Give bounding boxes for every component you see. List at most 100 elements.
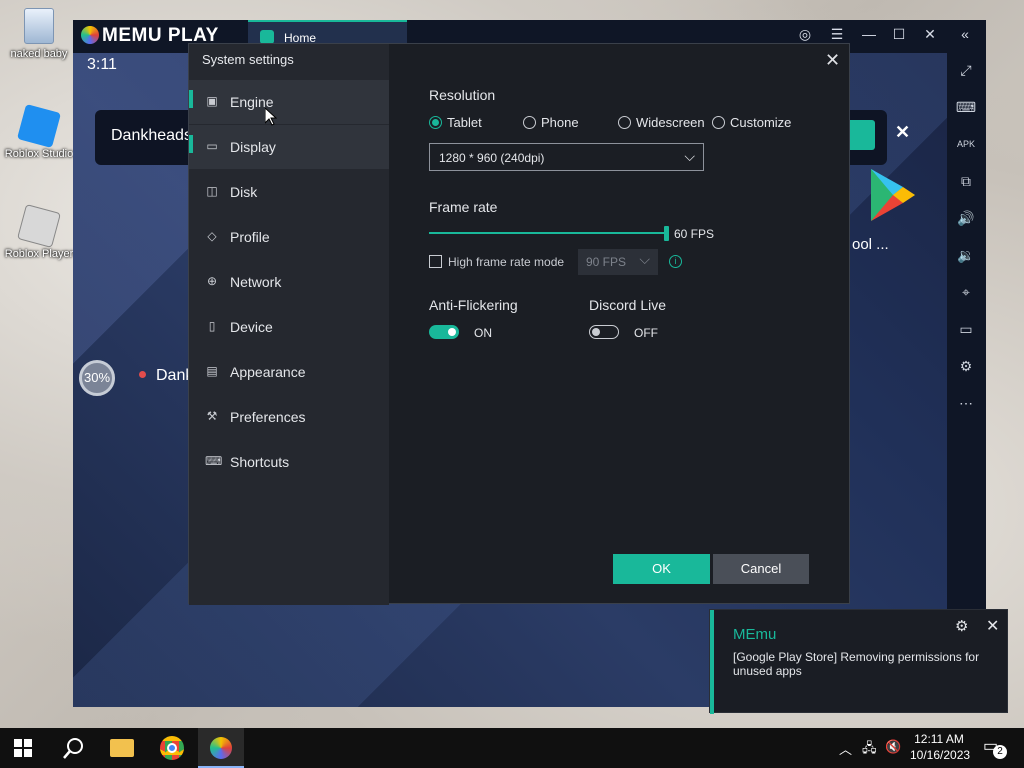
- clock-time: 12:11 AM: [914, 732, 964, 746]
- settings-sidebar: System settings ▣ Engine ▭ Display ◫ Disk ◇…: [189, 44, 389, 605]
- chrome-icon[interactable]: [160, 736, 184, 760]
- multi-instance-icon[interactable]: ⧉: [955, 170, 977, 192]
- clock-date: 10/16/2023: [910, 748, 971, 762]
- red-dot-icon: [139, 371, 146, 378]
- roblox-studio-icon: [16, 103, 62, 149]
- notification-toast[interactable]: MEmu [Google Play Store] Removing permis…: [709, 609, 1008, 714]
- system-settings-dialog: System settings ▣ Engine ▭ Display ◫ Disk ◇…: [188, 43, 850, 605]
- chrome-center: [167, 743, 177, 753]
- windows-start-icon[interactable]: [14, 739, 32, 757]
- sidebar-item-device[interactable]: ▯ Device: [189, 305, 389, 349]
- notification-count-badge: 2: [993, 745, 1007, 759]
- volume-muted-icon[interactable]: 🔇: [885, 739, 901, 755]
- wrench-icon: ⚒: [206, 409, 218, 423]
- cancel-button[interactable]: Cancel: [713, 554, 809, 584]
- file-explorer-icon[interactable]: [110, 739, 134, 757]
- memu-taskbar-button[interactable]: [198, 728, 244, 768]
- sidebar-item-preferences[interactable]: ⚒ Preferences: [189, 395, 389, 439]
- menu-icon[interactable]: ☰: [827, 26, 847, 43]
- gear-icon[interactable]: ⚙: [955, 617, 968, 635]
- memu-logo-icon: [81, 26, 99, 44]
- close-icon[interactable]: ✕: [986, 616, 999, 636]
- disk-icon: ◫: [206, 184, 218, 198]
- anti-flickering-label: Anti-Flickering: [429, 297, 518, 313]
- home-tab-icon: [260, 30, 274, 44]
- desktop-icon-roblox-player[interactable]: Roblox Player: [2, 203, 76, 260]
- desktop-icon-recycle-bin[interactable]: naked baby: [2, 8, 76, 60]
- account-icon[interactable]: ◎: [795, 26, 815, 43]
- sidebar-item-network[interactable]: ⊕ Network: [189, 260, 389, 304]
- fullscreen-icon[interactable]: ⤢: [955, 59, 977, 81]
- desktop-icon-label: Roblox Studio: [4, 148, 74, 160]
- dialog-title: System settings: [202, 52, 294, 67]
- recent-app-label: Dank: [139, 367, 193, 385]
- android-status-time: 3:11: [87, 56, 117, 73]
- discord-live-toggle[interactable]: [589, 325, 619, 339]
- toast-message: [Google Play Store] Removing permissions…: [733, 650, 980, 678]
- radio-phone[interactable]: Phone: [523, 115, 579, 130]
- discord-live-state: OFF: [634, 326, 658, 340]
- play-store-icon[interactable]: [863, 165, 923, 225]
- settings-gear-icon[interactable]: ⚙: [955, 355, 977, 377]
- search-close-icon[interactable]: ✕: [895, 122, 910, 143]
- sidebar-item-display[interactable]: ▭ Display: [189, 125, 389, 169]
- discord-live-label: Discord Live: [589, 297, 667, 313]
- high-frame-rate-select: 90 FPS ⌵: [578, 249, 658, 275]
- dialog-close-icon[interactable]: ✕: [825, 50, 840, 71]
- folder-icon[interactable]: ▭: [955, 318, 977, 340]
- resolution-select[interactable]: 1280 * 960 (240dpi) ⌵: [429, 143, 704, 171]
- windows-taskbar: ︿ 🖧 🔇 12:11 AM 10/16/2023 ▭ 2: [0, 728, 1024, 768]
- close-icon[interactable]: ✕: [920, 26, 940, 43]
- memu-taskbar-icon: [210, 737, 232, 759]
- window-icon: ▤: [206, 364, 218, 378]
- action-center-icon[interactable]: ▭ 2: [983, 736, 1007, 759]
- app-label: ool ...: [852, 236, 889, 253]
- show-hidden-icons-chevron-icon[interactable]: ︿: [839, 739, 852, 758]
- anti-flickering-toggle[interactable]: [429, 325, 459, 339]
- resolution-label: Resolution: [429, 87, 496, 103]
- network-icon[interactable]: 🖧: [862, 739, 877, 761]
- anti-flickering-state: ON: [474, 326, 492, 340]
- desktop-icon-label: naked baby: [10, 48, 68, 60]
- high-frame-rate-label: High frame rate mode: [448, 255, 565, 269]
- monitor-icon: ▭: [206, 139, 218, 153]
- frame-rate-slider-track[interactable]: [429, 232, 667, 234]
- taskbar-clock[interactable]: 12:11 AM 10/16/2023: [910, 731, 971, 763]
- sidebar-item-appearance[interactable]: ▤ Appearance: [189, 350, 389, 394]
- ok-button[interactable]: OK: [613, 554, 710, 584]
- maximize-icon[interactable]: ☐: [889, 26, 909, 43]
- chevron-down-icon: ⌵: [684, 148, 695, 164]
- radio-tablet[interactable]: Tablet: [429, 115, 482, 130]
- toast-title: MEmu: [733, 626, 777, 643]
- sidebar-item-engine[interactable]: ▣ Engine: [189, 80, 389, 124]
- chip-icon: ▣: [206, 94, 218, 108]
- radio-widescreen[interactable]: Widescreen: [618, 115, 705, 130]
- volume-up-icon[interactable]: 🔊: [955, 207, 977, 229]
- collapse-sidebar-icon[interactable]: «: [955, 26, 975, 42]
- sidebar-item-shortcuts[interactable]: ⌨ Shortcuts: [189, 440, 389, 484]
- frame-rate-label: Frame rate: [429, 199, 498, 215]
- sidebar-item-disk[interactable]: ◫ Disk: [189, 170, 389, 214]
- frame-rate-value: 60 FPS: [674, 227, 715, 241]
- desktop-icon-roblox-studio[interactable]: Roblox Studio: [2, 103, 76, 160]
- chevron-down-icon: ⌵: [639, 251, 650, 267]
- globe-icon: ⊕: [206, 274, 218, 288]
- radio-customize[interactable]: Customize: [712, 115, 791, 130]
- high-frame-rate-checkbox[interactable]: [429, 255, 442, 268]
- volume-down-icon[interactable]: 🔉: [955, 244, 977, 266]
- more-icon[interactable]: ⋯: [955, 392, 977, 414]
- keyboard-icon: ⌨: [205, 454, 223, 468]
- search-icon[interactable]: [61, 736, 87, 760]
- roblox-player-icon: [16, 203, 62, 249]
- frame-rate-slider-handle[interactable]: [664, 226, 669, 241]
- progress-circle: 30%: [79, 360, 115, 396]
- minimize-icon[interactable]: —: [859, 26, 879, 42]
- sidebar-item-profile[interactable]: ◇ Profile: [189, 215, 389, 259]
- desktop-icon-label: Roblox Player: [4, 248, 74, 260]
- recycle-bin-icon: [24, 8, 54, 44]
- apk-icon[interactable]: APK: [955, 133, 977, 155]
- location-icon[interactable]: ⌖: [955, 281, 977, 303]
- keyboard-mapping-icon[interactable]: ⌨: [955, 96, 977, 118]
- info-icon[interactable]: i: [669, 255, 682, 268]
- mouse-cursor-icon: [265, 108, 277, 126]
